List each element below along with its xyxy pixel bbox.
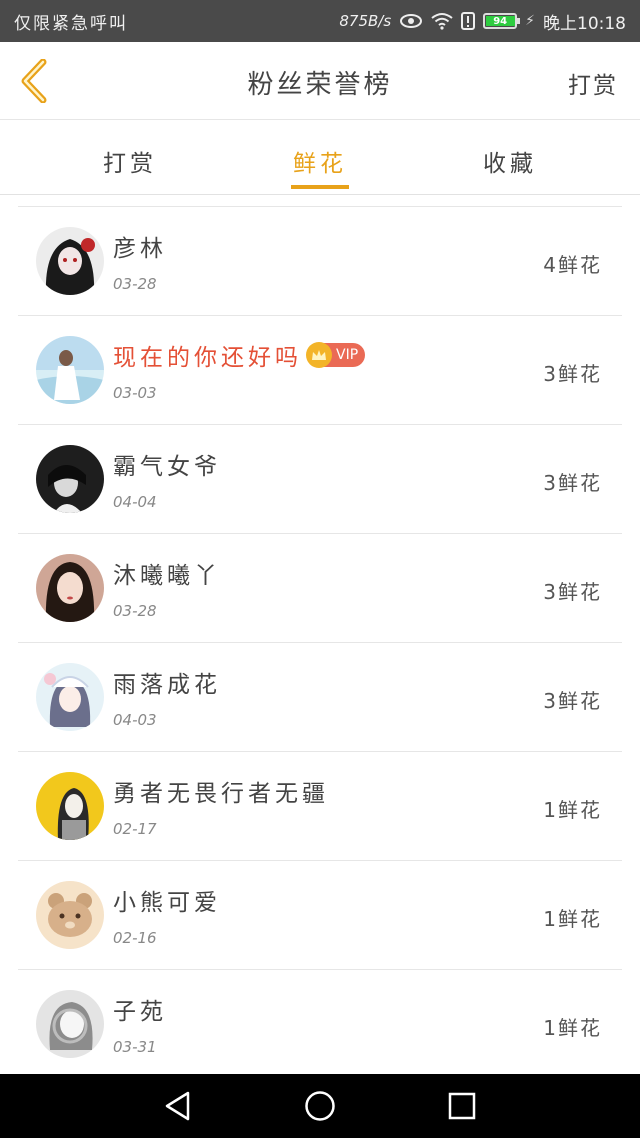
fan-date: 02-16 (113, 929, 157, 947)
flower-count: 3鲜花 (543, 471, 602, 495)
list-item[interactable]: 勇者无畏行者无疆 02-17 1鲜花 (18, 752, 622, 861)
battery-level: 94 (493, 15, 508, 27)
tab-bar: 打赏 鲜花 收藏 (0, 120, 640, 195)
flower-count: 3鲜花 (543, 362, 602, 386)
list-item[interactable]: 霸气女爷 04-04 3鲜花 (18, 425, 622, 534)
avatar (36, 445, 104, 513)
list-item[interactable]: 子苑 03-31 1鲜花 (18, 970, 622, 1079)
navigation-bar (0, 1074, 640, 1138)
fan-date: 04-04 (113, 493, 157, 511)
charging-icon: ⚡ (525, 13, 535, 29)
avatar (36, 554, 104, 622)
fan-date: 03-28 (113, 602, 157, 620)
header: 粉丝荣誉榜 打赏 (0, 42, 640, 120)
flower-count: 1鲜花 (543, 907, 602, 931)
fan-name: 雨落成花 (113, 672, 221, 698)
square-recents-icon (448, 1092, 476, 1120)
flower-count: 1鲜花 (543, 798, 602, 822)
crown-icon (306, 342, 332, 368)
fan-name-text: 现在的你还好吗 (113, 345, 302, 371)
avatar (36, 772, 104, 840)
fan-name: 小熊可爱 (113, 890, 221, 916)
tab-collect[interactable]: 收藏 (450, 144, 570, 178)
fan-name: 子苑 (113, 999, 167, 1025)
list-item[interactable]: 沐曦曦丫 03-28 3鲜花 (18, 534, 622, 643)
fan-name: 勇者无畏行者无疆 (113, 781, 329, 807)
status-bar: 仅限紧急呼叫 875B/s 94 ⚡ 晚上10:18 (0, 0, 640, 42)
fan-list: 彦林 03-28 4鲜花 现在的你还好吗 VIP 03-03 3鲜花 霸气女爷 … (18, 206, 622, 1079)
sim-alert-icon (461, 12, 476, 30)
avatar (36, 663, 104, 731)
eye-icon (399, 13, 423, 29)
nav-home-button[interactable] (304, 1090, 336, 1122)
carrier-text: 仅限紧急呼叫 (14, 13, 128, 34)
network-speed: 875B/s (339, 12, 392, 30)
fan-date: 03-31 (113, 1038, 157, 1056)
flower-count: 1鲜花 (543, 1016, 602, 1040)
battery-icon: 94 (483, 13, 521, 29)
avatar (36, 881, 104, 949)
fan-date: 04-03 (113, 711, 157, 729)
fan-name: 沐曦曦丫 (113, 563, 221, 589)
page-title: 粉丝荣誉榜 (247, 70, 393, 100)
nav-back-button[interactable] (162, 1090, 194, 1122)
vip-badge: VIP (306, 342, 366, 368)
clock: 晚上10:18 (543, 13, 626, 34)
fan-date: 03-03 (113, 384, 157, 402)
fan-name: 现在的你还好吗 VIP (113, 338, 366, 372)
fan-name: 霸气女爷 (113, 454, 221, 480)
wifi-icon (431, 12, 453, 30)
nav-recents-button[interactable] (446, 1090, 478, 1122)
flower-count: 4鲜花 (543, 253, 602, 277)
status-icons: 875B/s 94 ⚡ 晚上10:18 (339, 9, 626, 34)
list-item[interactable]: 雨落成花 04-03 3鲜花 (18, 643, 622, 752)
list-item[interactable]: 彦林 03-28 4鲜花 (18, 207, 622, 316)
circle-home-icon (305, 1091, 335, 1121)
reward-button[interactable]: 打赏 (568, 66, 618, 100)
active-tab-indicator (291, 185, 349, 189)
avatar (36, 990, 104, 1058)
triangle-back-icon (165, 1091, 190, 1121)
avatar (36, 227, 104, 295)
tab-reward[interactable]: 打赏 (70, 144, 190, 178)
list-item[interactable]: 小熊可爱 02-16 1鲜花 (18, 861, 622, 970)
fan-name: 彦林 (113, 236, 167, 262)
flower-count: 3鲜花 (543, 580, 602, 604)
avatar (36, 336, 104, 404)
fan-date: 03-28 (113, 275, 157, 293)
fan-date: 02-17 (113, 820, 157, 838)
tab-flowers[interactable]: 鲜花 (260, 144, 380, 178)
vip-label: VIP (336, 347, 359, 363)
list-item[interactable]: 现在的你还好吗 VIP 03-03 3鲜花 (18, 316, 622, 425)
flower-count: 3鲜花 (543, 689, 602, 713)
